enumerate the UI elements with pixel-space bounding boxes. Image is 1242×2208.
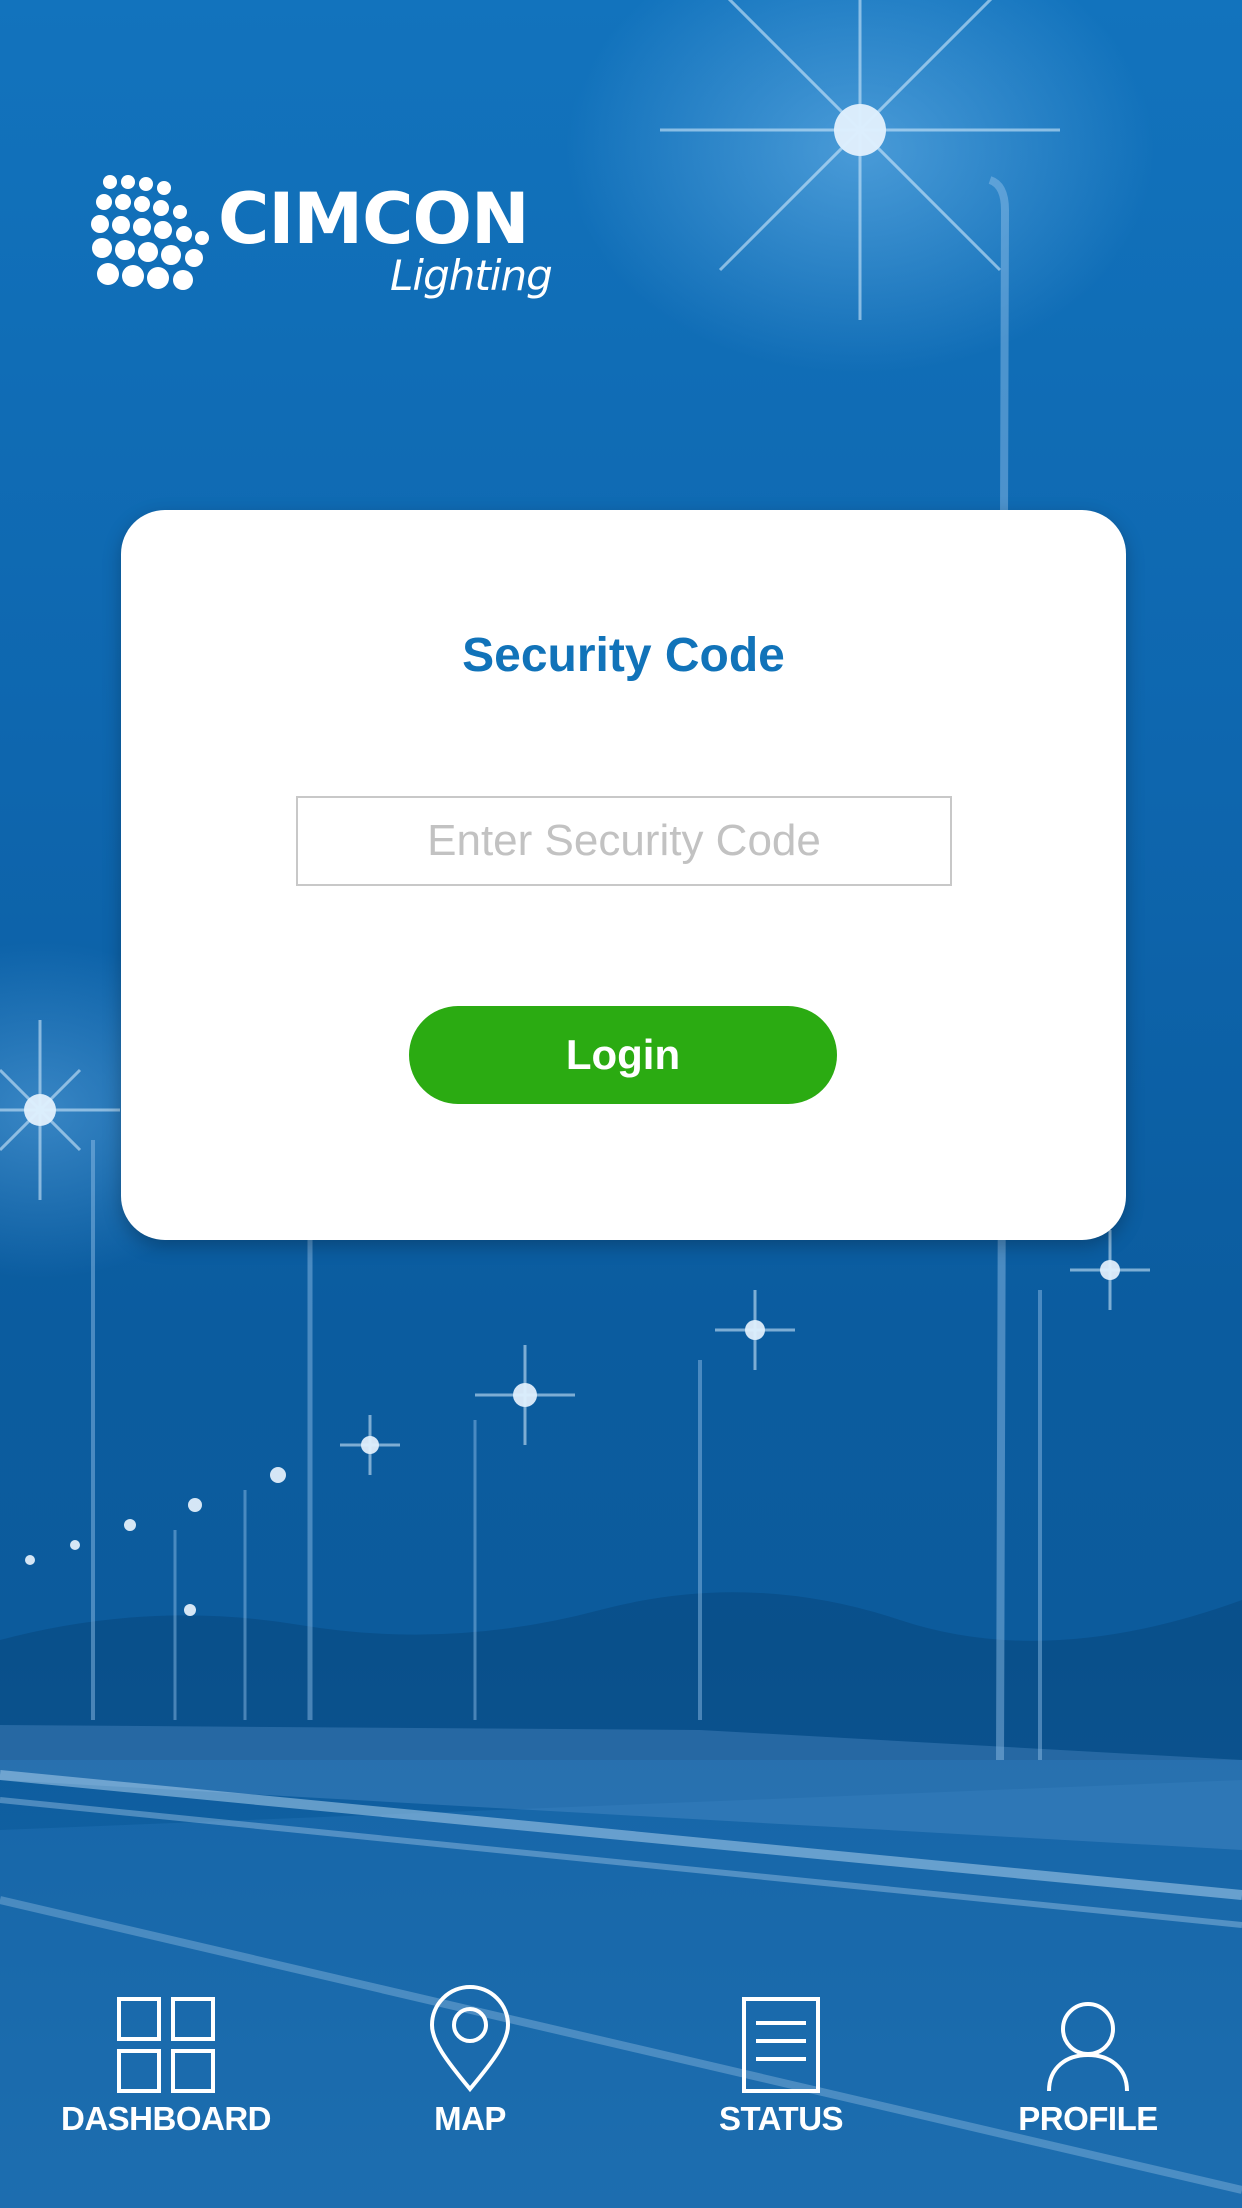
bottom-tab-bar: DASHBOARD MAP STATUS PROFILE <box>0 1985 1242 2155</box>
brand-subtitle: Lighting <box>390 251 553 300</box>
tab-status[interactable]: STATUS <box>651 1985 911 2155</box>
person-icon <box>1047 2002 1129 2092</box>
tab-label-dashboard: DASHBOARD <box>61 2100 272 2137</box>
security-code-card: Security Code Login <box>121 510 1126 1240</box>
tab-map[interactable]: MAP <box>340 1985 600 2155</box>
security-code-input[interactable] <box>296 796 952 886</box>
login-button[interactable]: Login <box>409 1006 837 1104</box>
map-pin-icon <box>429 1985 511 2093</box>
tab-profile[interactable]: PROFILE <box>958 1985 1218 2155</box>
tab-label-map: MAP <box>434 2100 506 2137</box>
document-list-icon <box>742 1997 820 2093</box>
tab-dashboard[interactable]: DASHBOARD <box>36 1985 296 2155</box>
dot-matrix-logo-icon <box>91 175 209 290</box>
card-title: Security Code <box>462 629 785 682</box>
brand-name: CIMCON <box>218 178 530 260</box>
tab-label-status: STATUS <box>718 2100 844 2137</box>
cimcon-lighting-logo: CIMCON Lighting <box>88 172 558 308</box>
tab-label-profile: PROFILE <box>1018 2100 1158 2137</box>
dashboard-grid-icon <box>117 1997 215 2093</box>
